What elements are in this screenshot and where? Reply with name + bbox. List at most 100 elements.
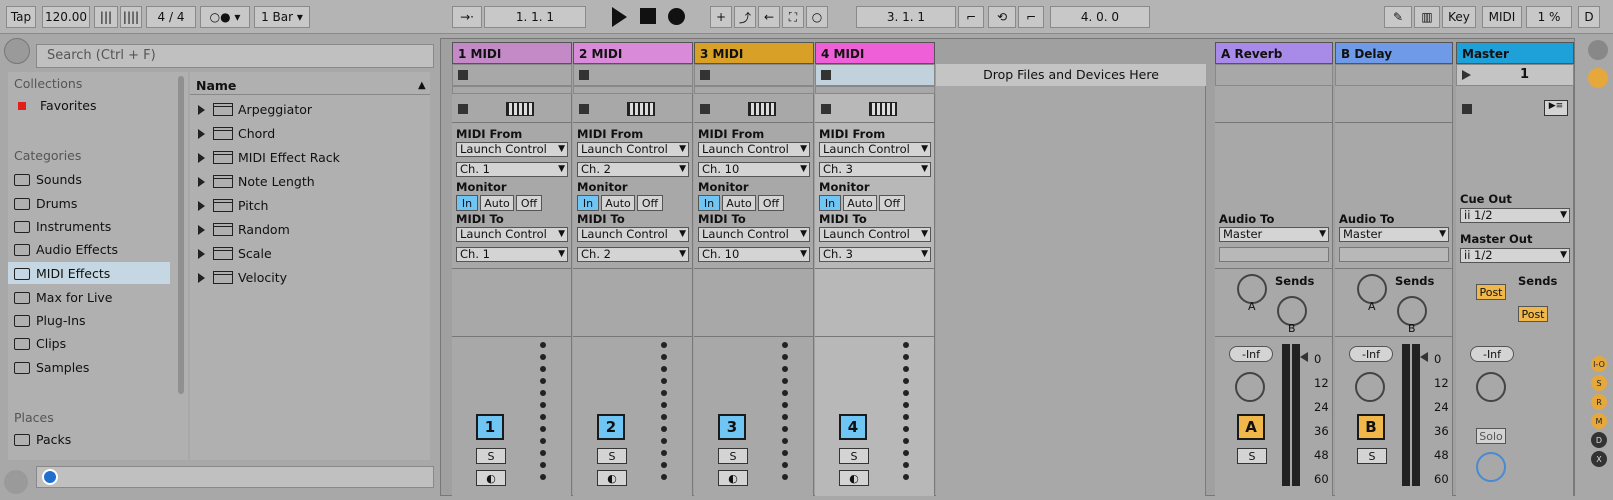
list-item[interactable]: Pitch	[198, 198, 268, 213]
sidebar-item-drums[interactable]: Drums	[14, 196, 77, 211]
monitor-auto-button[interactable]: Auto	[601, 195, 635, 211]
cue-volume-knob[interactable]	[1476, 452, 1506, 482]
monitor-off-button[interactable]: Off	[637, 195, 663, 211]
loop-length[interactable]: 4. 0. 0	[1050, 6, 1150, 28]
time-signature[interactable]: 4 / 4	[146, 6, 196, 28]
audio-to-select[interactable]: Master	[1219, 227, 1329, 242]
arm-button[interactable]: ◐	[718, 470, 748, 486]
track-activator-button[interactable]: 3	[718, 414, 746, 440]
expand-icon[interactable]	[198, 176, 205, 187]
session-record-icon[interactable]: ○	[806, 6, 828, 28]
output-channel-select[interactable]: Ch. 3	[819, 247, 931, 262]
stop-icon[interactable]	[640, 8, 656, 24]
solo-button[interactable]: S	[839, 448, 869, 464]
side-toggle-button[interactable]: I-O	[1591, 356, 1607, 372]
expand-icon[interactable]	[198, 200, 205, 211]
add-icon[interactable]: +	[710, 6, 732, 28]
key-map-button[interactable]: Key	[1442, 6, 1476, 28]
master-volume-readout[interactable]: -Inf	[1470, 346, 1514, 362]
expand-icon[interactable]	[198, 272, 205, 283]
volume-slider[interactable]	[782, 342, 788, 486]
return-activator-button[interactable]: A	[1237, 414, 1265, 440]
clip-slot[interactable]	[452, 86, 572, 94]
track-header[interactable]: 4 MIDI	[815, 42, 935, 64]
return-activator-button[interactable]: B	[1357, 414, 1385, 440]
post-button-1[interactable]: Post	[1476, 284, 1506, 300]
stop-clip-icon[interactable]	[579, 104, 589, 114]
solo-button[interactable]: Solo	[1476, 428, 1506, 444]
list-item[interactable]: Velocity	[198, 270, 287, 285]
volume-readout[interactable]: -Inf	[1229, 346, 1273, 362]
arm-button[interactable]: ◐	[839, 470, 869, 486]
clip-slot[interactable]	[815, 86, 935, 94]
list-item[interactable]: Arpeggiator	[198, 102, 312, 117]
list-item[interactable]: Note Length	[198, 174, 315, 189]
keyboard-icon[interactable]: ▥	[1414, 6, 1440, 28]
scene-1[interactable]	[1456, 64, 1574, 86]
loop-start[interactable]: 3. 1. 1	[856, 6, 956, 28]
return-header[interactable]: B Delay	[1335, 42, 1453, 64]
midi-from-select[interactable]: Launch Control	[456, 142, 568, 157]
monitor-in-button[interactable]: In	[698, 195, 720, 211]
input-channel-select[interactable]: Ch. 2	[577, 162, 689, 177]
pan-knob[interactable]	[1235, 372, 1265, 402]
volume-slider[interactable]	[540, 342, 546, 486]
list-item[interactable]: MIDI Effect Rack	[198, 150, 340, 165]
side-toggle-button[interactable]: D	[1591, 432, 1607, 448]
track-activator-button[interactable]: 1	[476, 414, 504, 440]
clip-slot[interactable]	[694, 86, 814, 94]
track-header[interactable]: 3 MIDI	[694, 42, 814, 64]
slot-stop-icon[interactable]	[458, 70, 468, 80]
arm-button[interactable]: ◐	[476, 470, 506, 486]
sidebar-item-audio-effects[interactable]: Audio Effects	[14, 242, 118, 257]
metronome-button[interactable]: ○● ▾	[200, 6, 250, 28]
track-activator-button[interactable]: 2	[597, 414, 625, 440]
meter-marker-icon[interactable]	[1300, 352, 1308, 362]
monitor-auto-button[interactable]: Auto	[843, 195, 877, 211]
monitor-off-button[interactable]: Off	[879, 195, 905, 211]
loop-switch-icon[interactable]: ⟲	[988, 6, 1016, 28]
midi-to-select[interactable]: Launch Control	[577, 227, 689, 242]
nudge-up-icon[interactable]: ||||	[120, 6, 142, 28]
automation-icon[interactable]: ⤴	[734, 6, 756, 28]
monitor-auto-button[interactable]: Auto	[480, 195, 514, 211]
scene-launch-icon[interactable]	[1462, 70, 1471, 80]
solo-button[interactable]: S	[1237, 448, 1267, 464]
expand-icon[interactable]	[198, 152, 205, 163]
clip-slot[interactable]	[694, 64, 814, 86]
clip-slot[interactable]	[573, 64, 693, 86]
monitor-off-button[interactable]: Off	[758, 195, 784, 211]
expand-icon[interactable]	[198, 128, 205, 139]
arrangement-position[interactable]: 1. 1. 1	[484, 6, 586, 28]
quantize-menu[interactable]: 1 Bar ▾	[254, 6, 310, 28]
side-toggle-button[interactable]: S	[1591, 375, 1607, 391]
slot-stop-icon[interactable]	[579, 70, 589, 80]
list-item[interactable]: Random	[198, 222, 290, 237]
solo-button[interactable]: S	[1357, 448, 1387, 464]
browser-toggle-icon[interactable]	[4, 38, 30, 64]
draw-mode-icon[interactable]: ✎	[1384, 6, 1412, 28]
drop-zone[interactable]	[936, 64, 1206, 496]
output-channel-select[interactable]: Ch. 10	[698, 247, 810, 262]
meter-marker-icon[interactable]	[1420, 352, 1428, 362]
stop-clip-icon[interactable]	[700, 104, 710, 114]
sort-arrow-icon[interactable]: ▲	[418, 80, 426, 91]
audio-to-select[interactable]: Master	[1339, 227, 1449, 242]
clip-slot[interactable]	[815, 64, 935, 86]
volume-slider[interactable]	[661, 342, 667, 486]
side-toggle-button[interactable]: R	[1591, 394, 1607, 410]
arm-button[interactable]: ◐	[597, 470, 627, 486]
master-pan-knob[interactable]	[1476, 372, 1506, 402]
monitor-off-button[interactable]: Off	[516, 195, 542, 211]
expand-icon[interactable]	[198, 248, 205, 259]
track-header[interactable]: 2 MIDI	[573, 42, 693, 64]
track-header[interactable]: 1 MIDI	[452, 42, 572, 64]
track-activator-button[interactable]: 4	[839, 414, 867, 440]
list-item[interactable]: Chord	[198, 126, 275, 141]
tempo-field[interactable]: 120.00	[42, 6, 90, 28]
menu-icon[interactable]	[1588, 40, 1608, 60]
post-button-2[interactable]: Post	[1518, 306, 1548, 322]
capture-icon[interactable]: ⛶	[782, 6, 804, 28]
cue-out-select[interactable]: ii 1/2	[1460, 208, 1570, 223]
clip-slot[interactable]	[573, 86, 693, 94]
